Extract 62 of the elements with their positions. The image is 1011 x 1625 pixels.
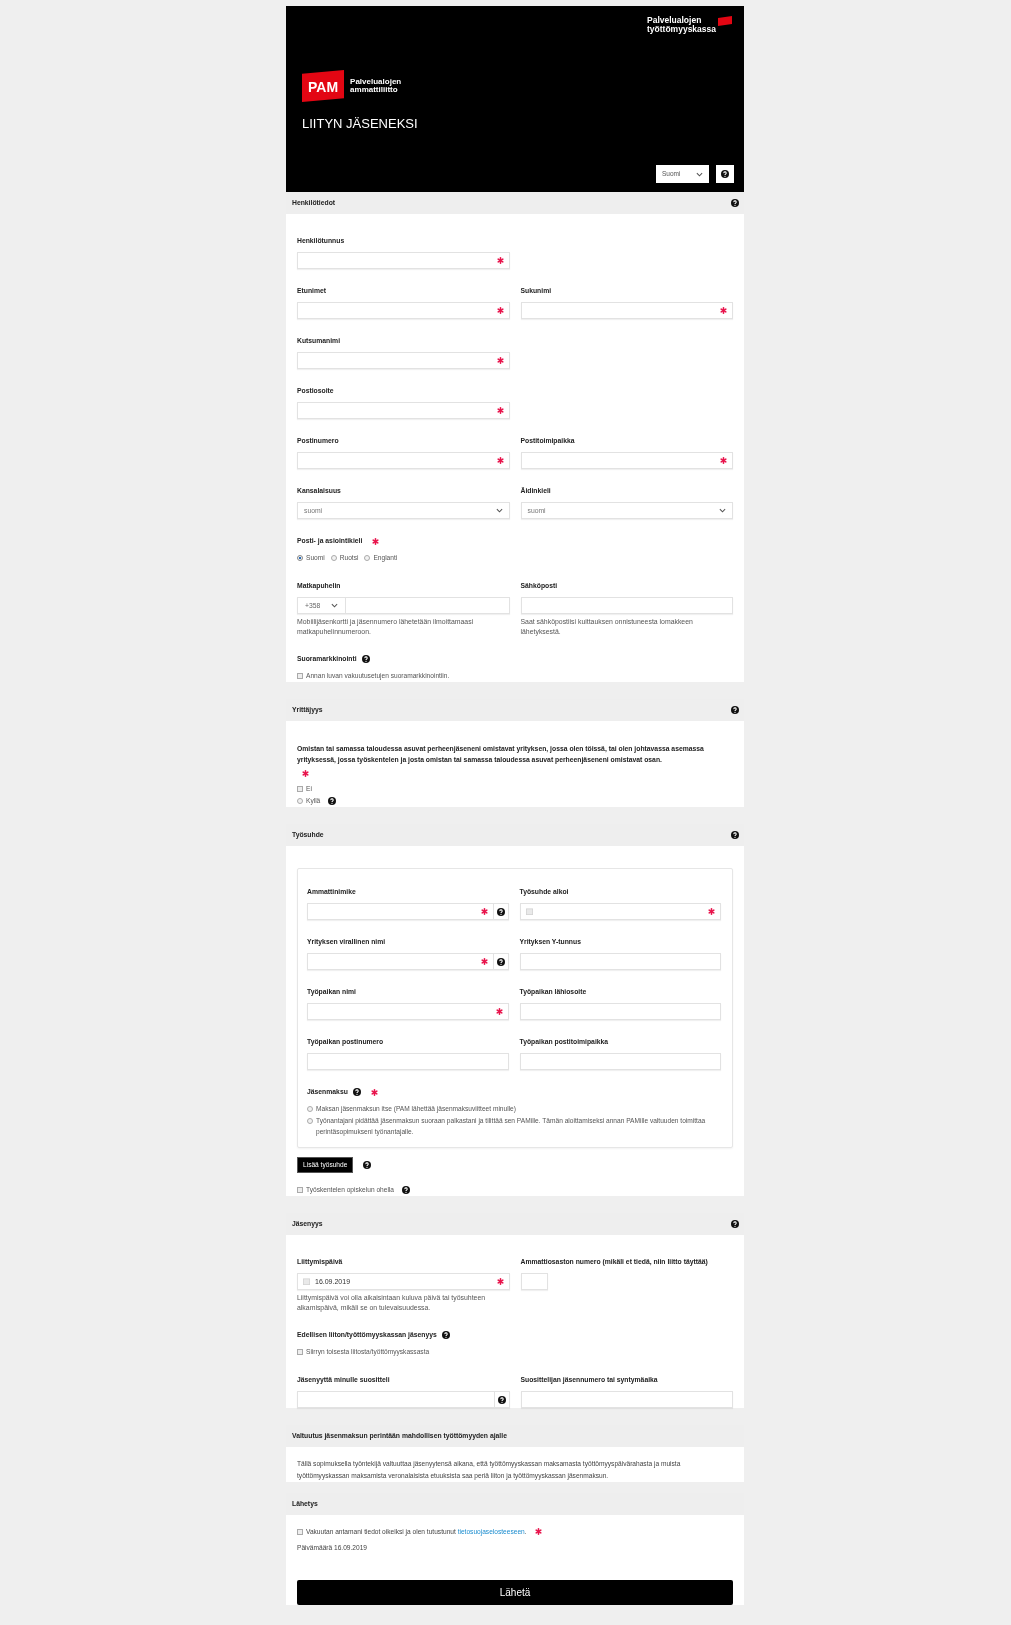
help-icon[interactable] xyxy=(731,199,739,207)
radio-button[interactable] xyxy=(330,554,337,561)
help-icon[interactable] xyxy=(328,796,337,805)
logo-text: työttömyyskassa xyxy=(647,25,716,34)
text-field[interactable] xyxy=(520,1273,548,1290)
date-field[interactable] xyxy=(519,903,721,920)
help-button[interactable] xyxy=(492,904,508,919)
text-field[interactable] xyxy=(519,953,721,970)
help-icon[interactable] xyxy=(441,1331,450,1339)
radio-button[interactable] xyxy=(307,1105,313,1112)
help-button[interactable] xyxy=(716,165,734,183)
text-field[interactable] xyxy=(307,903,509,920)
help-icon[interactable] xyxy=(402,1185,410,1194)
help-button[interactable] xyxy=(492,954,508,969)
logo-text: Palvelualojen xyxy=(350,77,402,86)
text-field[interactable] xyxy=(297,252,510,269)
text-field[interactable] xyxy=(297,452,510,469)
chevron-icon xyxy=(719,508,726,513)
help-icon[interactable] xyxy=(731,1220,739,1228)
logo-text: Palvelualojen xyxy=(647,16,702,25)
calendar-icon xyxy=(303,1278,310,1285)
radio-button[interactable] xyxy=(297,554,303,561)
text-field[interactable] xyxy=(297,302,510,319)
radio-button[interactable] xyxy=(297,797,303,804)
radio-button[interactable] xyxy=(364,554,371,561)
page-title: LIITYN JÄSENEKSI xyxy=(302,116,419,132)
text-field[interactable] xyxy=(520,452,733,469)
submit-button[interactable]: Lähetä xyxy=(297,1580,733,1605)
logo-text: ammattiliitto xyxy=(350,86,398,95)
text-field[interactable] xyxy=(297,402,510,419)
help-icon xyxy=(497,1395,506,1404)
text-field[interactable] xyxy=(520,302,733,319)
checkbox[interactable] xyxy=(297,672,303,679)
radio-button[interactable] xyxy=(307,1117,313,1124)
text-field[interactable] xyxy=(297,1391,510,1408)
help-icon xyxy=(496,957,505,966)
help-icon[interactable] xyxy=(352,1088,361,1096)
logo-mark: PAM xyxy=(302,70,345,102)
chevron-icon xyxy=(696,171,703,177)
text-field[interactable] xyxy=(307,1053,509,1070)
calendar-icon xyxy=(525,908,533,915)
checkbox[interactable] xyxy=(297,1348,303,1355)
text-field[interactable] xyxy=(519,1053,721,1070)
help-button[interactable] xyxy=(493,1392,509,1407)
text-field[interactable] xyxy=(307,953,509,970)
text-field[interactable] xyxy=(297,352,510,369)
checkbox[interactable] xyxy=(297,1186,303,1193)
text-field[interactable] xyxy=(307,1003,509,1020)
chevron-icon xyxy=(495,508,503,513)
text-field[interactable] xyxy=(519,1003,721,1020)
chevron-icon xyxy=(331,603,338,608)
text-field[interactable] xyxy=(520,1391,733,1408)
text-field[interactable] xyxy=(520,597,733,614)
help-icon[interactable] xyxy=(731,831,739,839)
help-icon[interactable] xyxy=(361,655,370,663)
flag-icon xyxy=(718,16,732,26)
help-icon xyxy=(721,170,729,178)
checkbox[interactable] xyxy=(297,785,303,792)
help-icon xyxy=(496,907,505,916)
help-icon[interactable] xyxy=(363,1161,372,1169)
checkbox[interactable] xyxy=(297,1528,303,1535)
help-icon[interactable] xyxy=(731,706,739,714)
